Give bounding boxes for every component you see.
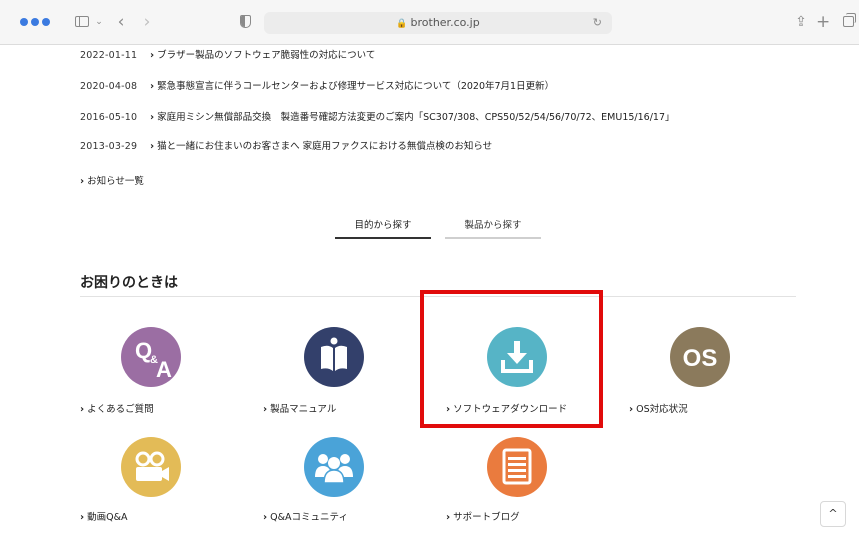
share-icon[interactable]: ⇪: [793, 13, 809, 31]
news-list-label[interactable]: お知らせ一覧: [87, 176, 144, 187]
news-title[interactable]: 緊急事態宣言に伴うコールセンターおよび修理サービス対応について（2020年7月1…: [157, 81, 554, 92]
forward-button[interactable]: ›: [140, 13, 154, 31]
chevron-right-icon: ›: [263, 512, 268, 523]
manual-link[interactable]: › 製品マニュアル: [263, 403, 336, 417]
qa-community-link[interactable]: › Q&Aコミュニティ: [263, 511, 348, 525]
chevron-right-icon: ›: [150, 81, 155, 92]
faq-link[interactable]: › よくあるご質問: [80, 403, 154, 417]
os-support-link[interactable]: › OS対応状況: [629, 403, 688, 417]
section-title: お困りのときは: [80, 275, 178, 291]
scroll-to-top-button[interactable]: ^: [820, 501, 846, 527]
reload-icon[interactable]: ↻: [593, 12, 602, 34]
qa-icon[interactable]: Q & A: [121, 327, 181, 387]
new-tab-button[interactable]: +: [816, 13, 830, 31]
support-blog-label[interactable]: サポートブログ: [453, 512, 520, 523]
faq-label[interactable]: よくあるご質問: [87, 404, 154, 415]
video-qa-label[interactable]: 動画Q&A: [87, 512, 127, 523]
news-title[interactable]: 家庭用ミシン無償部品交換 製造番号確認方法変更のご案内「SC307/308、CP…: [157, 112, 674, 123]
video-qa-link[interactable]: › 動画Q&A: [80, 511, 128, 525]
tab-product[interactable]: 製品から探す: [445, 215, 541, 239]
book-icon[interactable]: [304, 327, 364, 387]
chevron-down-icon[interactable]: ⌄: [94, 13, 104, 31]
news-date: 2016-05-10: [80, 112, 138, 123]
news-title[interactable]: ブラザー製品のソフトウェア脆弱性の対応について: [157, 50, 375, 61]
chevron-right-icon: ›: [629, 404, 634, 415]
zoom-window-button[interactable]: [42, 18, 50, 26]
tab-purpose[interactable]: 目的から探す: [335, 215, 431, 239]
chevron-right-icon: ›: [150, 112, 155, 123]
news-title[interactable]: 猫と一緒にお住まいのお客さまへ 家庭用ファクスにおける無償点検のお知らせ: [157, 141, 492, 152]
qa-community-label[interactable]: Q&Aコミュニティ: [270, 512, 348, 523]
qa-a-glyph: A: [156, 357, 172, 382]
community-icon[interactable]: [304, 437, 364, 497]
blog-icon[interactable]: [487, 437, 547, 497]
chevron-right-icon: ›: [150, 50, 155, 61]
news-item[interactable]: 2016-05-10 › 家庭用ミシン無償部品交換 製造番号確認方法変更のご案内「S…: [80, 110, 675, 126]
manual-label[interactable]: 製品マニュアル: [270, 404, 336, 415]
tab-overview-icon[interactable]: [840, 13, 856, 31]
os-icon[interactable]: OS: [670, 327, 730, 387]
minimize-window-button[interactable]: [31, 18, 39, 26]
news-item[interactable]: 2020-04-08 › 緊急事態宣言に伴うコールセンターおよび修理サービス対応につ…: [80, 79, 554, 95]
address-bar[interactable]: 🔒 brother.co.jp ↻: [264, 12, 612, 34]
chevron-right-icon: ›: [80, 512, 85, 523]
os-support-label[interactable]: OS対応状況: [636, 404, 688, 415]
video-camera-icon[interactable]: [121, 437, 181, 497]
sidebar-icon[interactable]: [70, 13, 94, 31]
news-item[interactable]: 2022-01-11 › ブラザー製品のソフトウェア脆弱性の対応について: [80, 48, 375, 64]
chevron-right-icon: ›: [80, 404, 85, 415]
close-window-button[interactable]: [20, 18, 28, 26]
support-blog-link[interactable]: › サポートブログ: [446, 511, 520, 525]
lock-icon: 🔒: [396, 19, 408, 29]
address-text: brother.co.jp: [410, 16, 480, 29]
os-glyph: OS: [683, 345, 718, 372]
news-date: 2022-01-11: [80, 50, 138, 61]
news-item[interactable]: 2013-03-29 › 猫と一緒にお住まいのお客さまへ 家庭用ファクスにおける無償…: [80, 139, 492, 155]
highlight-box: [420, 290, 603, 428]
news-date: 2020-04-08: [80, 81, 138, 92]
privacy-shield-icon[interactable]: [238, 13, 252, 31]
chevron-right-icon: ›: [263, 404, 268, 415]
news-list-link[interactable]: › お知らせ一覧: [80, 174, 144, 190]
back-button[interactable]: ‹: [114, 13, 128, 31]
news-date: 2013-03-29: [80, 141, 138, 152]
browser-toolbar: ⌄ ‹ › 🔒 brother.co.jp ↻ ⇪ +: [0, 0, 859, 45]
chevron-right-icon: ›: [150, 141, 155, 152]
chevron-right-icon: ›: [80, 176, 85, 187]
chevron-right-icon: ›: [446, 512, 451, 523]
